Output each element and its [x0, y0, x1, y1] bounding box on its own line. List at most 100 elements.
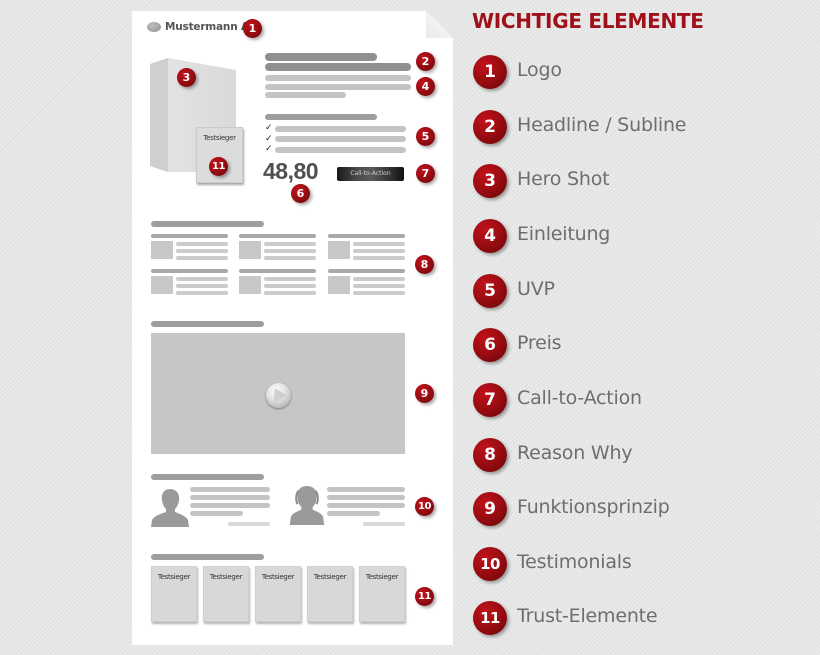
reason-thumbnail	[239, 276, 261, 294]
uvp-line	[275, 147, 406, 153]
marker-headline: 2	[416, 52, 435, 71]
logo-icon	[147, 22, 161, 32]
reason-line	[353, 249, 405, 253]
reason-line	[353, 284, 405, 288]
legend-item-testimonials: 10 Testimonials	[473, 547, 813, 583]
testimonial-author	[228, 522, 270, 526]
reason-title	[239, 269, 316, 273]
intro-line	[265, 92, 346, 98]
legend-number-badge: 5	[473, 274, 507, 308]
trust-seal-label: Testsieger	[365, 573, 399, 581]
intro-line	[265, 75, 411, 81]
trust-heading-placeholder	[151, 554, 264, 560]
testimonial-line	[190, 495, 270, 500]
legend-label: Logo	[517, 59, 562, 81]
reason-thumbnail	[328, 276, 350, 294]
legend-title: WICHTIGE ELEMENTE	[472, 9, 704, 33]
reason-line	[176, 284, 228, 288]
trust-seal: Testsieger	[151, 566, 197, 622]
reason-title	[328, 234, 405, 238]
legend-label: Funktionsprinzip	[517, 496, 670, 518]
legend-label: Headline / Subline	[517, 114, 687, 136]
marker-uvp: 5	[416, 127, 435, 146]
trust-seal-label: Testsieger	[157, 573, 191, 581]
testimonial-line	[327, 503, 405, 508]
legend-label: Reason Why	[517, 442, 633, 464]
legend-item-trust-elemente: 11 Trust-Elemente	[473, 601, 813, 637]
intro-line	[265, 84, 411, 90]
reason-line	[264, 284, 316, 288]
legend-item-uvp: 5 UVP	[473, 274, 813, 310]
reason-line	[176, 256, 228, 260]
legend-number-badge: 10	[473, 547, 507, 581]
reason-line	[176, 291, 228, 295]
legend-label: Trust-Elemente	[517, 605, 658, 627]
testimonial-line	[190, 487, 270, 492]
reason-line	[264, 256, 316, 260]
reason-line	[264, 277, 316, 281]
legend-label: UVP	[517, 278, 555, 300]
page-corner-fold	[426, 11, 453, 38]
price-value: 48,80	[263, 158, 319, 184]
legend-label: Call-to-Action	[517, 387, 642, 409]
trust-seal: Testsieger	[203, 566, 249, 622]
reason-title	[151, 269, 228, 273]
legend-item-funktionsprinzip: 9 Funktionsprinzip	[473, 492, 813, 528]
check-icon: ✓	[265, 134, 273, 144]
legend-item-preis: 6 Preis	[473, 328, 813, 364]
legend-number-badge: 2	[473, 110, 507, 144]
reason-title	[239, 234, 316, 238]
reason-line	[264, 242, 316, 246]
testimonials-heading-placeholder	[151, 474, 264, 480]
legend-item-headline: 2 Headline / Subline	[473, 110, 813, 146]
reason-thumbnail	[151, 276, 173, 294]
reason-line	[353, 242, 405, 246]
legend-item-einleitung: 4 Einleitung	[473, 219, 813, 255]
function-heading-placeholder	[151, 321, 264, 327]
legend-label: Hero Shot	[517, 168, 610, 190]
reason-line	[353, 277, 405, 281]
legend-label: Preis	[517, 332, 562, 354]
testimonial-line	[190, 503, 270, 508]
hero-product-box-side	[150, 58, 168, 172]
legend-number-badge: 6	[473, 328, 507, 362]
headline-placeholder	[265, 53, 377, 61]
reason-thumbnail	[328, 241, 350, 259]
trust-seal-label: Testsieger	[261, 573, 295, 581]
trust-seal: Testsieger	[359, 566, 405, 622]
legend-item-call-to-action: 7 Call-to-Action	[473, 383, 813, 419]
marker-intro: 4	[416, 77, 435, 96]
marker-price: 6	[291, 184, 310, 203]
legend-number-badge: 9	[473, 492, 507, 526]
marker-seal: 11	[209, 157, 228, 176]
legend-number-badge: 11	[473, 601, 507, 635]
trust-seal-label: Testsieger	[313, 573, 347, 581]
reason-title	[151, 234, 228, 238]
reason-line	[353, 291, 405, 295]
play-icon	[275, 389, 285, 401]
reason-line	[264, 291, 316, 295]
uvp-heading-placeholder	[265, 114, 377, 120]
legend-number-badge: 3	[473, 164, 507, 198]
legend-number-badge: 4	[473, 219, 507, 253]
marker-cta: 7	[416, 164, 435, 183]
legend-item-reason-why: 8 Reason Why	[473, 438, 813, 474]
reason-line	[353, 256, 405, 260]
reason-thumbnail	[151, 241, 173, 259]
testimonial-line	[190, 511, 243, 516]
legend-item-logo: 1 Logo	[473, 55, 813, 91]
uvp-line	[275, 136, 406, 142]
check-icon: ✓	[265, 123, 273, 133]
trust-seal: Testsieger	[307, 566, 353, 622]
marker-logo: 1	[243, 19, 262, 38]
marker-trust: 11	[415, 587, 434, 606]
legend-number-badge: 8	[473, 438, 507, 472]
reason-why-heading-placeholder	[151, 221, 264, 227]
reason-title	[328, 269, 405, 273]
reason-line	[264, 249, 316, 253]
test-seal-label: Testsieger	[203, 134, 236, 142]
marker-testimonials: 10	[415, 497, 434, 516]
cta-button[interactable]: Call-to-Action	[337, 167, 404, 181]
testimonial-line	[327, 511, 380, 516]
reason-line	[176, 249, 228, 253]
